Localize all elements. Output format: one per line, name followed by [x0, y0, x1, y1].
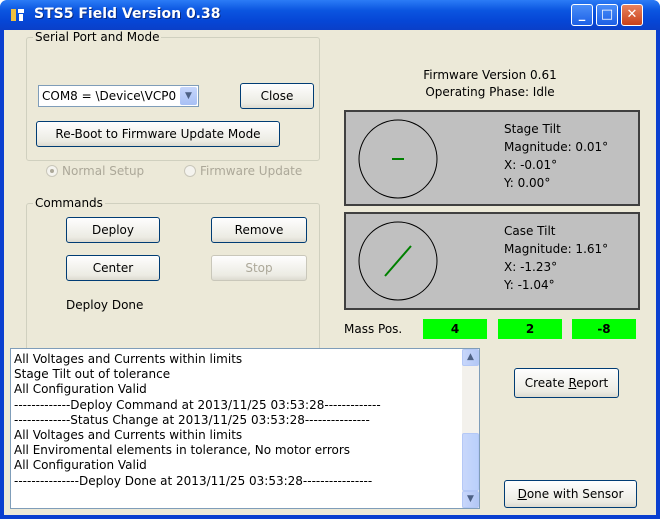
radio-dot-icon — [184, 165, 196, 177]
title-bar[interactable]: STS5 Field Version 0.38 _ □ ✕ — [0, 0, 660, 30]
close-window-button[interactable]: ✕ — [621, 4, 643, 26]
stage-tilt-magnitude: Magnitude: 0.01° — [504, 140, 609, 154]
done-accel: D — [517, 487, 527, 501]
close-port-button[interactable]: Close — [240, 83, 314, 109]
case-tilt-title: Case Tilt — [504, 224, 556, 238]
case-tilt-y: Y: -1.04° — [504, 278, 555, 292]
case-tilt-panel: Case Tilt Magnitude: 1.61° X: -1.23° Y: … — [344, 212, 640, 310]
case-tilt-info: Case Tilt Magnitude: 1.61° X: -1.23° Y: … — [504, 222, 608, 294]
scroll-down-icon[interactable]: ▼ — [462, 491, 479, 508]
chevron-down-icon[interactable]: ▼ — [180, 87, 197, 105]
create-report-label-rest: eport — [576, 376, 609, 390]
mass-pos-3: -8 — [572, 319, 636, 339]
scrollbar-thumb[interactable] — [462, 433, 479, 491]
stage-tilt-gauge — [358, 119, 438, 199]
log-line: -------------Status Change at 2013/11/25… — [14, 412, 370, 427]
log-line: All Enviromental elements in tolerance, … — [14, 443, 351, 458]
minimize-button[interactable]: _ — [571, 4, 593, 26]
dialog-client-area: Serial Port and Mode COM8 = \Device\VCP0… — [4, 30, 656, 515]
log-line: All Voltages and Currents within limits — [14, 428, 243, 443]
com-port-select[interactable]: COM8 = \Device\VCP0 ▼ — [38, 85, 199, 107]
log-line: All Configuration Valid — [14, 382, 147, 397]
log-line: -------------Deploy Command at 2013/11/2… — [14, 397, 381, 412]
center-button[interactable]: Center — [66, 255, 160, 281]
event-log-lines: All Voltages and Currents within limits … — [14, 352, 462, 489]
reboot-firmware-button[interactable]: Re-Boot to Firmware Update Mode — [36, 121, 280, 147]
case-tilt-indicator — [384, 245, 412, 277]
scroll-up-icon[interactable]: ▲ — [462, 349, 479, 366]
radio-normal-setup[interactable]: Normal Setup — [46, 164, 144, 178]
status-block: Firmware Version 0.61 Operating Phase: I… — [342, 67, 638, 101]
mass-pos-1: 4 — [423, 319, 487, 339]
stage-tilt-y: Y: 0.00° — [504, 176, 551, 190]
case-tilt-x: X: -1.23° — [504, 260, 558, 274]
radio-dot-icon — [46, 165, 58, 177]
stage-tilt-title: Stage Tilt — [504, 122, 561, 136]
create-report-button[interactable]: Create Report — [514, 368, 619, 398]
radio-normal-label: Normal Setup — [62, 164, 145, 178]
radio-firmware-update[interactable]: Firmware Update — [184, 164, 302, 178]
log-line: ---------------Deploy Done at 2013/11/25… — [14, 473, 373, 488]
main-window: STS5 Field Version 0.38 _ □ ✕ Serial Por… — [0, 0, 660, 519]
app-icon — [11, 9, 24, 21]
done-with-sensor-button[interactable]: Done with Sensor — [504, 480, 637, 508]
stage-tilt-info: Stage Tilt Magnitude: 0.01° X: -0.01° Y:… — [504, 120, 608, 192]
mass-pos-2: 2 — [498, 319, 562, 339]
commands-legend: Commands — [33, 196, 105, 210]
minimize-icon: _ — [578, 7, 586, 22]
remove-button[interactable]: Remove — [211, 217, 307, 243]
window-title: STS5 Field Version 0.38 — [34, 6, 221, 22]
deploy-button[interactable]: Deploy — [66, 217, 160, 243]
log-line: All Configuration Valid — [14, 458, 147, 473]
log-line: All Voltages and Currents within limits — [14, 352, 243, 366]
event-log[interactable]: All Voltages and Currents within limits … — [10, 348, 480, 509]
command-status-text: Deploy Done — [66, 298, 144, 312]
log-scrollbar[interactable]: ▲ ▼ — [462, 349, 479, 508]
serial-port-legend: Serial Port and Mode — [33, 30, 162, 44]
log-line: Stage Tilt out of tolerance — [14, 367, 171, 382]
operating-phase: Operating Phase: Idle — [425, 85, 555, 99]
radio-firmware-label: Firmware Update — [200, 164, 303, 178]
close-icon: ✕ — [626, 7, 638, 22]
case-tilt-magnitude: Magnitude: 1.61° — [504, 242, 609, 256]
done-label: one with Sensor — [526, 487, 624, 501]
mass-pos-label: Mass Pos. — [344, 322, 403, 336]
create-report-label: Create — [524, 376, 569, 390]
case-tilt-gauge — [358, 221, 438, 301]
stop-button[interactable]: Stop — [211, 255, 307, 281]
stage-tilt-x: X: -0.01° — [504, 158, 558, 172]
com-port-value: COM8 = \Device\VCP0 — [42, 89, 177, 103]
maximize-button[interactable]: □ — [596, 4, 618, 26]
stage-tilt-panel: Stage Tilt Magnitude: 0.01° X: -0.01° Y:… — [344, 110, 640, 206]
firmware-version: Firmware Version 0.61 — [423, 68, 557, 82]
maximize-icon: □ — [600, 7, 614, 22]
